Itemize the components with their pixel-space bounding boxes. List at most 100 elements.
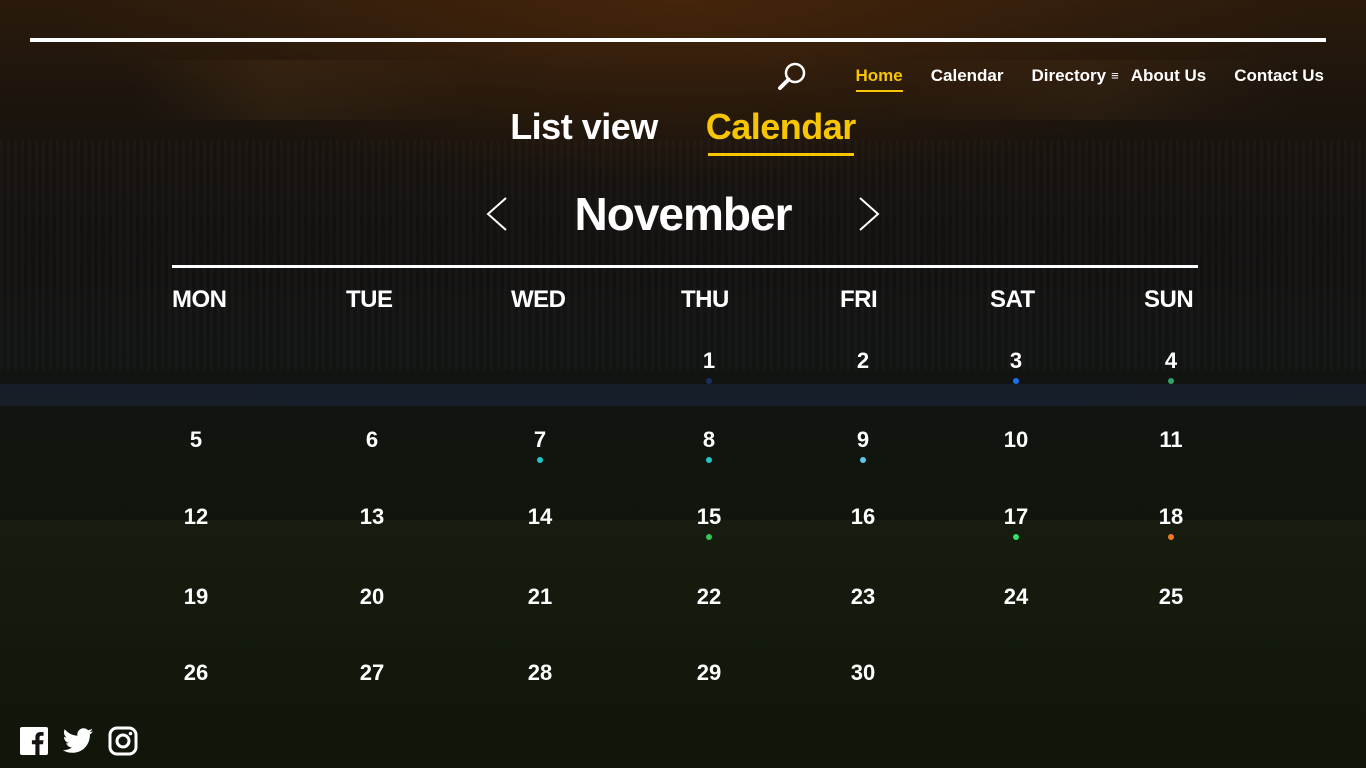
day-number: 15: [696, 504, 722, 529]
twitter-icon[interactable]: [62, 727, 94, 755]
stadium-field-backdrop: [0, 520, 1366, 768]
event-dot: [1168, 534, 1174, 540]
day-number: 22: [696, 584, 722, 609]
calendar-day[interactable]: 22: [679, 584, 739, 610]
day-number: 25: [1158, 584, 1184, 609]
chevron-right-icon: [859, 197, 880, 231]
day-number: 16: [850, 504, 876, 529]
calendar-day[interactable]: 23: [833, 584, 893, 610]
weekday-tue: TUE: [346, 286, 393, 313]
calendar-day[interactable]: 1: [679, 348, 739, 384]
weekday-thu: THU: [681, 286, 729, 313]
hamburger-icon: ≡: [1111, 68, 1119, 83]
day-number: 3: [1009, 348, 1023, 373]
day-number: 11: [1159, 427, 1183, 452]
event-dot: [706, 378, 712, 384]
weekday-header: MON TUE WED THU FRI SAT SUN: [172, 286, 1198, 316]
calendar-day[interactable]: 14: [510, 504, 570, 530]
day-number: 20: [359, 584, 385, 609]
day-number: 5: [189, 427, 203, 452]
day-number: 4: [1164, 348, 1178, 373]
calendar-day[interactable]: 2: [833, 348, 893, 374]
nav-item-calendar[interactable]: Calendar: [931, 62, 1004, 90]
day-number: 1: [702, 348, 716, 373]
calendar-day[interactable]: 25: [1141, 584, 1201, 610]
calendar-day[interactable]: 26: [166, 660, 226, 686]
month-title: November: [574, 188, 793, 240]
weekday-wed: WED: [511, 286, 566, 313]
day-number: 23: [850, 584, 876, 609]
nav-item-about-us[interactable]: About Us: [1131, 62, 1207, 90]
calendar-day[interactable]: 4: [1141, 348, 1201, 384]
day-number: 21: [527, 584, 553, 609]
event-dot: [537, 457, 543, 463]
event-dot: [1013, 378, 1019, 384]
nav-item-home[interactable]: Home: [855, 62, 903, 92]
day-number: 18: [1158, 504, 1184, 529]
day-number: 26: [183, 660, 209, 685]
day-number: 10: [1003, 427, 1029, 452]
tab-calendar[interactable]: Calendar: [706, 106, 856, 156]
day-number: 8: [702, 427, 716, 452]
nav-item-directory-label: Directory: [1031, 66, 1107, 85]
calendar-day[interactable]: 9: [833, 427, 893, 463]
event-dot: [860, 457, 866, 463]
calendar-day[interactable]: 21: [510, 584, 570, 610]
calendar-day[interactable]: 6: [342, 427, 402, 453]
weekday-mon: MON: [172, 286, 227, 313]
day-number: 29: [696, 660, 722, 685]
nav-item-directory[interactable]: Directory ≡: [1031, 62, 1118, 90]
weekday-sat: SAT: [990, 286, 1035, 313]
day-number: 24: [1003, 584, 1029, 609]
header-divider: [30, 38, 1326, 42]
tab-list-view[interactable]: List view: [510, 106, 658, 152]
weekday-fri: FRI: [840, 286, 878, 313]
calendar-day[interactable]: 7: [510, 427, 570, 463]
stadium-crowd-backdrop: [0, 140, 1366, 370]
day-number: 14: [527, 504, 553, 529]
day-number: 27: [359, 660, 385, 685]
previous-month-button[interactable]: [476, 194, 516, 234]
calendar-day[interactable]: 30: [833, 660, 893, 686]
calendar-day[interactable]: 19: [166, 584, 226, 610]
next-month-button[interactable]: [848, 194, 888, 234]
calendar-day[interactable]: 28: [510, 660, 570, 686]
search-button[interactable]: [776, 60, 808, 92]
day-number: 6: [365, 427, 379, 452]
calendar-day[interactable]: 17: [986, 504, 1046, 540]
day-number: 2: [856, 348, 870, 373]
instagram-icon[interactable]: [108, 726, 138, 756]
calendar-day[interactable]: 15: [679, 504, 739, 540]
calendar-day[interactable]: 8: [679, 427, 739, 463]
day-number: 17: [1003, 504, 1029, 529]
calendar-day[interactable]: 11: [1141, 427, 1201, 453]
calendar-day[interactable]: 18: [1141, 504, 1201, 540]
event-dot: [1168, 378, 1174, 384]
event-dot: [1013, 534, 1019, 540]
calendar-day[interactable]: 27: [342, 660, 402, 686]
day-number: 13: [359, 504, 385, 529]
stadium-ad-boards-backdrop: [0, 384, 1366, 406]
calendar-day[interactable]: 13: [342, 504, 402, 530]
facebook-icon[interactable]: [20, 727, 48, 755]
calendar-day[interactable]: 16: [833, 504, 893, 530]
event-dot: [706, 457, 712, 463]
month-navigation: November: [0, 186, 1366, 242]
social-links: [20, 726, 138, 756]
calendar-day[interactable]: 12: [166, 504, 226, 530]
calendar-day[interactable]: 3: [986, 348, 1046, 384]
calendar-day[interactable]: 10: [986, 427, 1046, 453]
calendar-day[interactable]: 20: [342, 584, 402, 610]
nav-item-contact-us[interactable]: Contact Us: [1234, 62, 1324, 90]
day-number: 28: [527, 660, 553, 685]
calendar-day[interactable]: 29: [679, 660, 739, 686]
day-number: 12: [183, 504, 209, 529]
main-nav: Home Calendar Directory ≡ About Us Contac…: [776, 60, 1324, 92]
magnifier-icon: [777, 62, 805, 90]
day-number: 7: [533, 427, 547, 452]
day-number: 30: [850, 660, 876, 685]
calendar-divider: [172, 265, 1198, 268]
calendar-day[interactable]: 24: [986, 584, 1046, 610]
event-dot: [706, 534, 712, 540]
calendar-day[interactable]: 5: [166, 427, 226, 453]
